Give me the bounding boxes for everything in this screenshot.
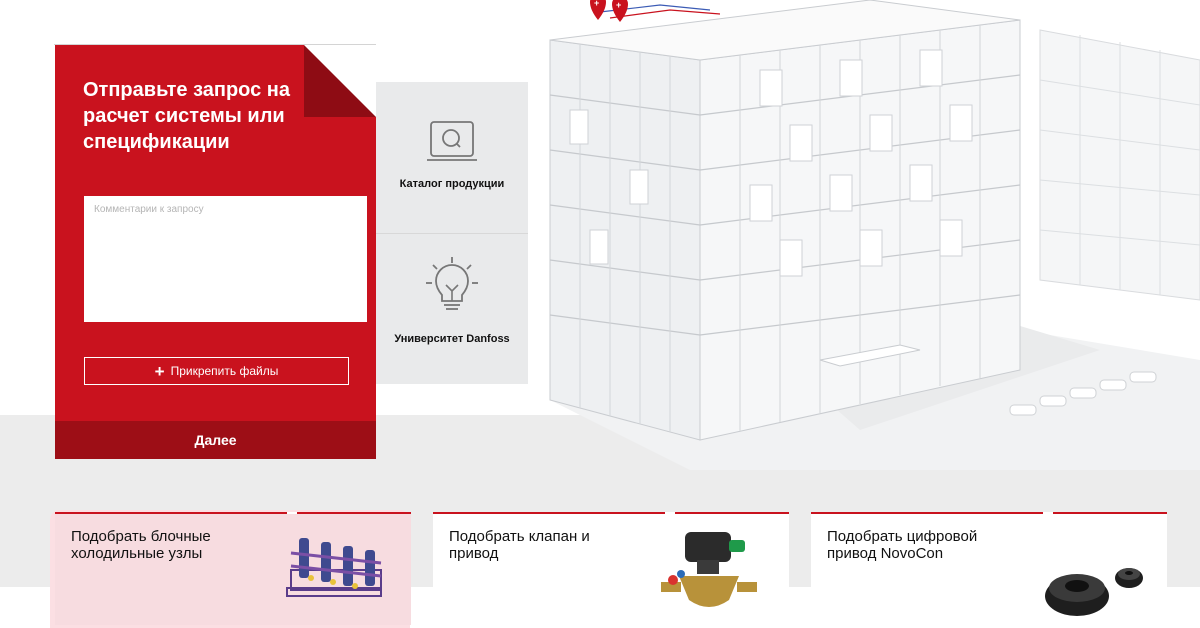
monitor-search-icon <box>427 121 477 161</box>
card-accent-line <box>811 512 1167 514</box>
side-item-catalog-label: Каталог продукции <box>399 178 505 190</box>
card-novocon[interactable]: Подобрать цифровой привод NovoCon <box>811 512 1167 625</box>
card-title: Подобрать клапан и привод <box>449 528 590 562</box>
comment-input[interactable] <box>84 196 367 322</box>
card-chiller-block[interactable]: Подобрать блочные холодильные узлы <box>55 512 411 625</box>
side-menu-divider <box>376 233 528 234</box>
svg-text:+: + <box>594 0 599 8</box>
novocon-actuator-illustration <box>1045 568 1143 616</box>
card-title: Подобрать цифровой привод NovoCon <box>827 528 978 562</box>
request-form-card: Отправьте запрос на расчет системы или с… <box>55 45 376 459</box>
valve-actuator-illustration <box>661 532 757 607</box>
svg-text:+: + <box>616 0 621 10</box>
side-item-university[interactable]: Университет Danfoss <box>376 255 528 346</box>
plus-icon: + <box>154 361 165 381</box>
attach-files-button[interactable]: + Прикрепить файлы <box>84 357 349 385</box>
card-accent-line <box>55 512 411 514</box>
side-item-catalog[interactable]: Каталог продукции <box>376 120 528 191</box>
card-valve-actuator[interactable]: Подобрать клапан и привод <box>433 512 789 625</box>
card-accent-line <box>433 512 789 514</box>
building-illustration: + + <box>549 0 1200 470</box>
next-button[interactable]: Далее <box>55 421 376 459</box>
chiller-block-illustration <box>286 538 382 597</box>
side-item-university-label: Университет Danfoss <box>394 333 510 345</box>
form-title: Отправьте запрос на расчет системы или с… <box>83 79 291 153</box>
attach-files-label: Прикрепить файлы <box>170 364 279 378</box>
lightbulb-icon <box>426 257 478 310</box>
next-button-label: Далее <box>194 432 237 448</box>
card-title: Подобрать блочные холодильные узлы <box>71 528 211 562</box>
